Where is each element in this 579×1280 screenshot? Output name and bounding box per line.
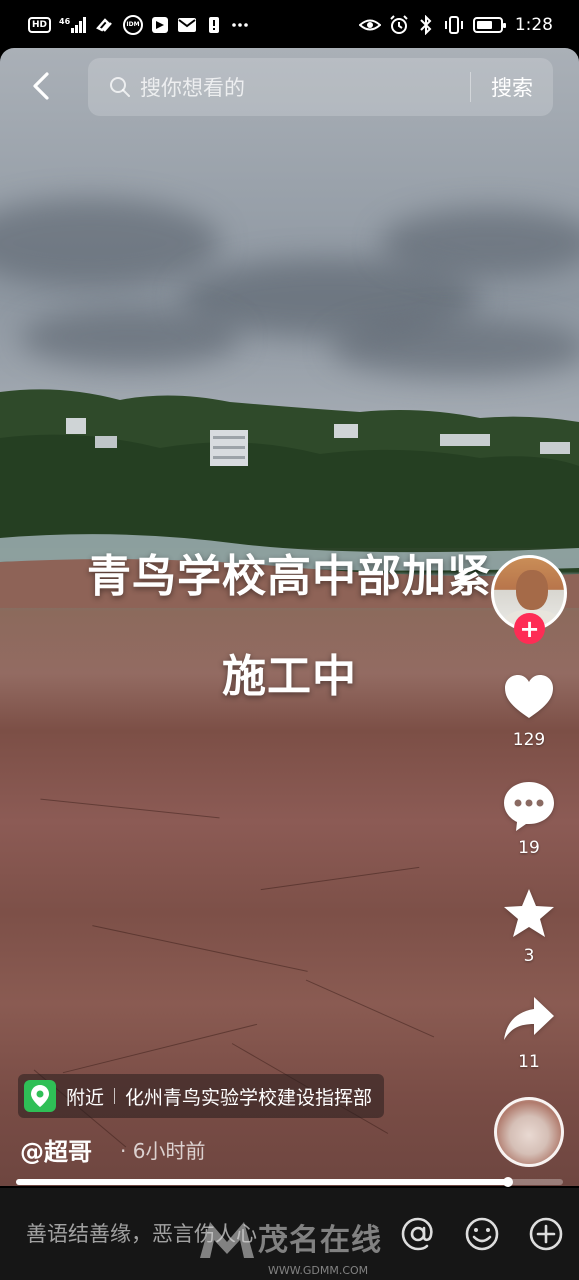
alert-icon xyxy=(205,16,223,34)
watermark-text: 茂名在线 xyxy=(258,1223,382,1258)
progress-fill xyxy=(16,1179,509,1185)
clock: 1:28 xyxy=(514,15,553,35)
status-left: HD 46 IDM xyxy=(28,15,249,35)
watermark-url: WWW.GDMM.COM xyxy=(268,1264,369,1277)
video-player[interactable] xyxy=(0,48,579,1186)
mail-icon xyxy=(177,16,197,34)
status-bar: HD 46 IDM 1:28 xyxy=(0,0,579,50)
location-pin-icon xyxy=(24,1080,56,1112)
hd-icon: HD xyxy=(28,17,52,33)
location-tag[interactable]: 附近 化州青鸟实验学校建设指挥部 xyxy=(18,1074,385,1118)
battery-level xyxy=(476,21,493,29)
more-icon xyxy=(231,16,249,34)
location-label: 附近 xyxy=(66,1086,105,1109)
video-progress-bar[interactable] xyxy=(16,1177,563,1187)
follow-button[interactable]: + xyxy=(514,613,545,644)
video-caption-line2: 施工中 xyxy=(222,651,357,702)
search-bar[interactable]: 搜你想看的 搜索 xyxy=(88,58,553,116)
watermark-logo xyxy=(200,1222,254,1258)
comment-icon xyxy=(504,782,554,831)
battery-icon xyxy=(472,17,506,33)
location-separator xyxy=(114,1088,116,1104)
like-button[interactable]: 129 xyxy=(498,670,560,750)
app-notify-icon xyxy=(151,16,169,34)
bluetooth-icon xyxy=(417,15,435,35)
share-count: 11 xyxy=(518,1052,540,1072)
share-icon xyxy=(504,997,554,1040)
alarm-icon xyxy=(389,15,409,34)
favorite-count: 3 xyxy=(523,946,535,966)
eye-icon xyxy=(358,16,381,34)
author-name[interactable]: @超哥 xyxy=(20,1132,92,1167)
watermark: 茂名在线 WWW.GDMM.COM xyxy=(196,1212,382,1277)
location-name: 化州青鸟实验学校建设指挥部 xyxy=(125,1086,373,1109)
search-icon xyxy=(110,77,130,97)
svg-text:46: 46 xyxy=(59,17,71,26)
mention-icon[interactable] xyxy=(400,1216,436,1252)
search-button[interactable]: 搜索 xyxy=(471,72,553,102)
emoji-icon[interactable] xyxy=(464,1216,500,1252)
like-count: 129 xyxy=(512,730,546,750)
share-button[interactable]: 11 xyxy=(498,992,560,1072)
status-right: 1:28 xyxy=(358,15,553,35)
vibrate-icon xyxy=(443,16,465,34)
comment-button[interactable]: 19 xyxy=(498,778,560,858)
signal-icon: 46 xyxy=(59,16,87,34)
music-disc[interactable] xyxy=(494,1097,564,1167)
chevron-left-icon xyxy=(33,72,49,100)
star-icon xyxy=(504,889,554,937)
favorite-button[interactable]: 3 xyxy=(498,886,560,966)
comment-count: 19 xyxy=(518,838,540,858)
add-icon[interactable] xyxy=(528,1216,564,1252)
search-input[interactable]: 搜你想看的 xyxy=(140,72,470,102)
heart-icon xyxy=(505,675,553,718)
link-icon xyxy=(95,16,115,34)
idm-icon: IDM xyxy=(123,15,144,35)
post-time: · 6小时前 xyxy=(120,1139,206,1163)
back-button[interactable] xyxy=(22,66,62,106)
